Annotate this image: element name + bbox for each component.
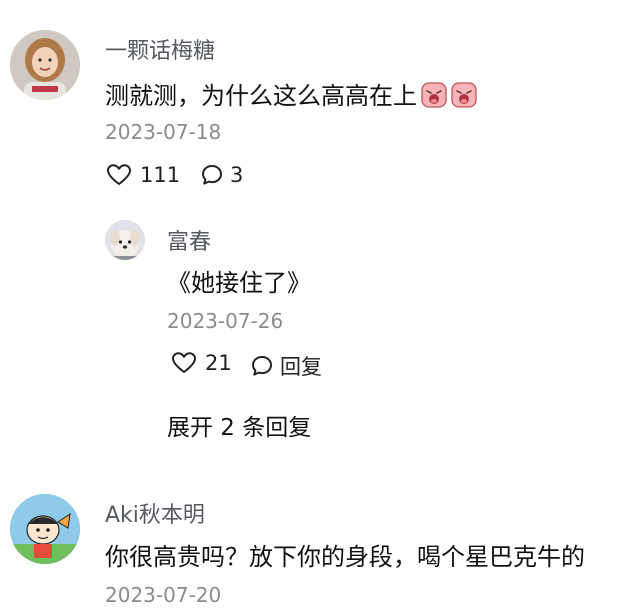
comment-date: 2023-07-20 — [105, 583, 222, 607]
like-button[interactable]: 111 — [106, 163, 180, 187]
avatar[interactable] — [10, 30, 80, 100]
reply-button[interactable]: 回复 — [250, 351, 322, 381]
avatar[interactable] — [105, 220, 145, 260]
speech-bubble-icon — [200, 163, 224, 187]
speech-bubble-icon — [250, 354, 274, 378]
heart-outline-icon — [171, 351, 197, 375]
like-count: 21 — [205, 351, 232, 375]
crying-face-icon — [421, 82, 447, 108]
reply-button[interactable]: 3 — [200, 163, 243, 187]
reply-username[interactable]: 富春 — [167, 224, 211, 256]
comment-date: 2023-07-18 — [105, 120, 222, 144]
comment-text-content: 测就测，为什么这么高高在上 — [105, 82, 417, 110]
comment-text: 测就测，为什么这么高高在上 — [105, 76, 477, 111]
comment-text: 你很高贵吗？放下你的身段，喝个星巴克牛的 — [105, 543, 585, 571]
reply-label: 回复 — [280, 355, 322, 379]
reply-text: 《她接住了》 — [167, 269, 311, 297]
comment-username[interactable]: Aki秋本明 — [105, 497, 205, 529]
like-button[interactable]: 21 — [171, 351, 232, 375]
expand-replies-link[interactable]: 展开 2 条回复 — [167, 408, 311, 442]
reply-count: 3 — [230, 163, 244, 187]
like-count: 111 — [140, 163, 181, 187]
crying-face-icon — [451, 82, 477, 108]
comment-username[interactable]: 一颗话梅糖 — [105, 33, 215, 65]
heart-outline-icon — [106, 163, 132, 187]
reply-date: 2023-07-26 — [167, 309, 284, 333]
avatar[interactable] — [10, 494, 80, 564]
